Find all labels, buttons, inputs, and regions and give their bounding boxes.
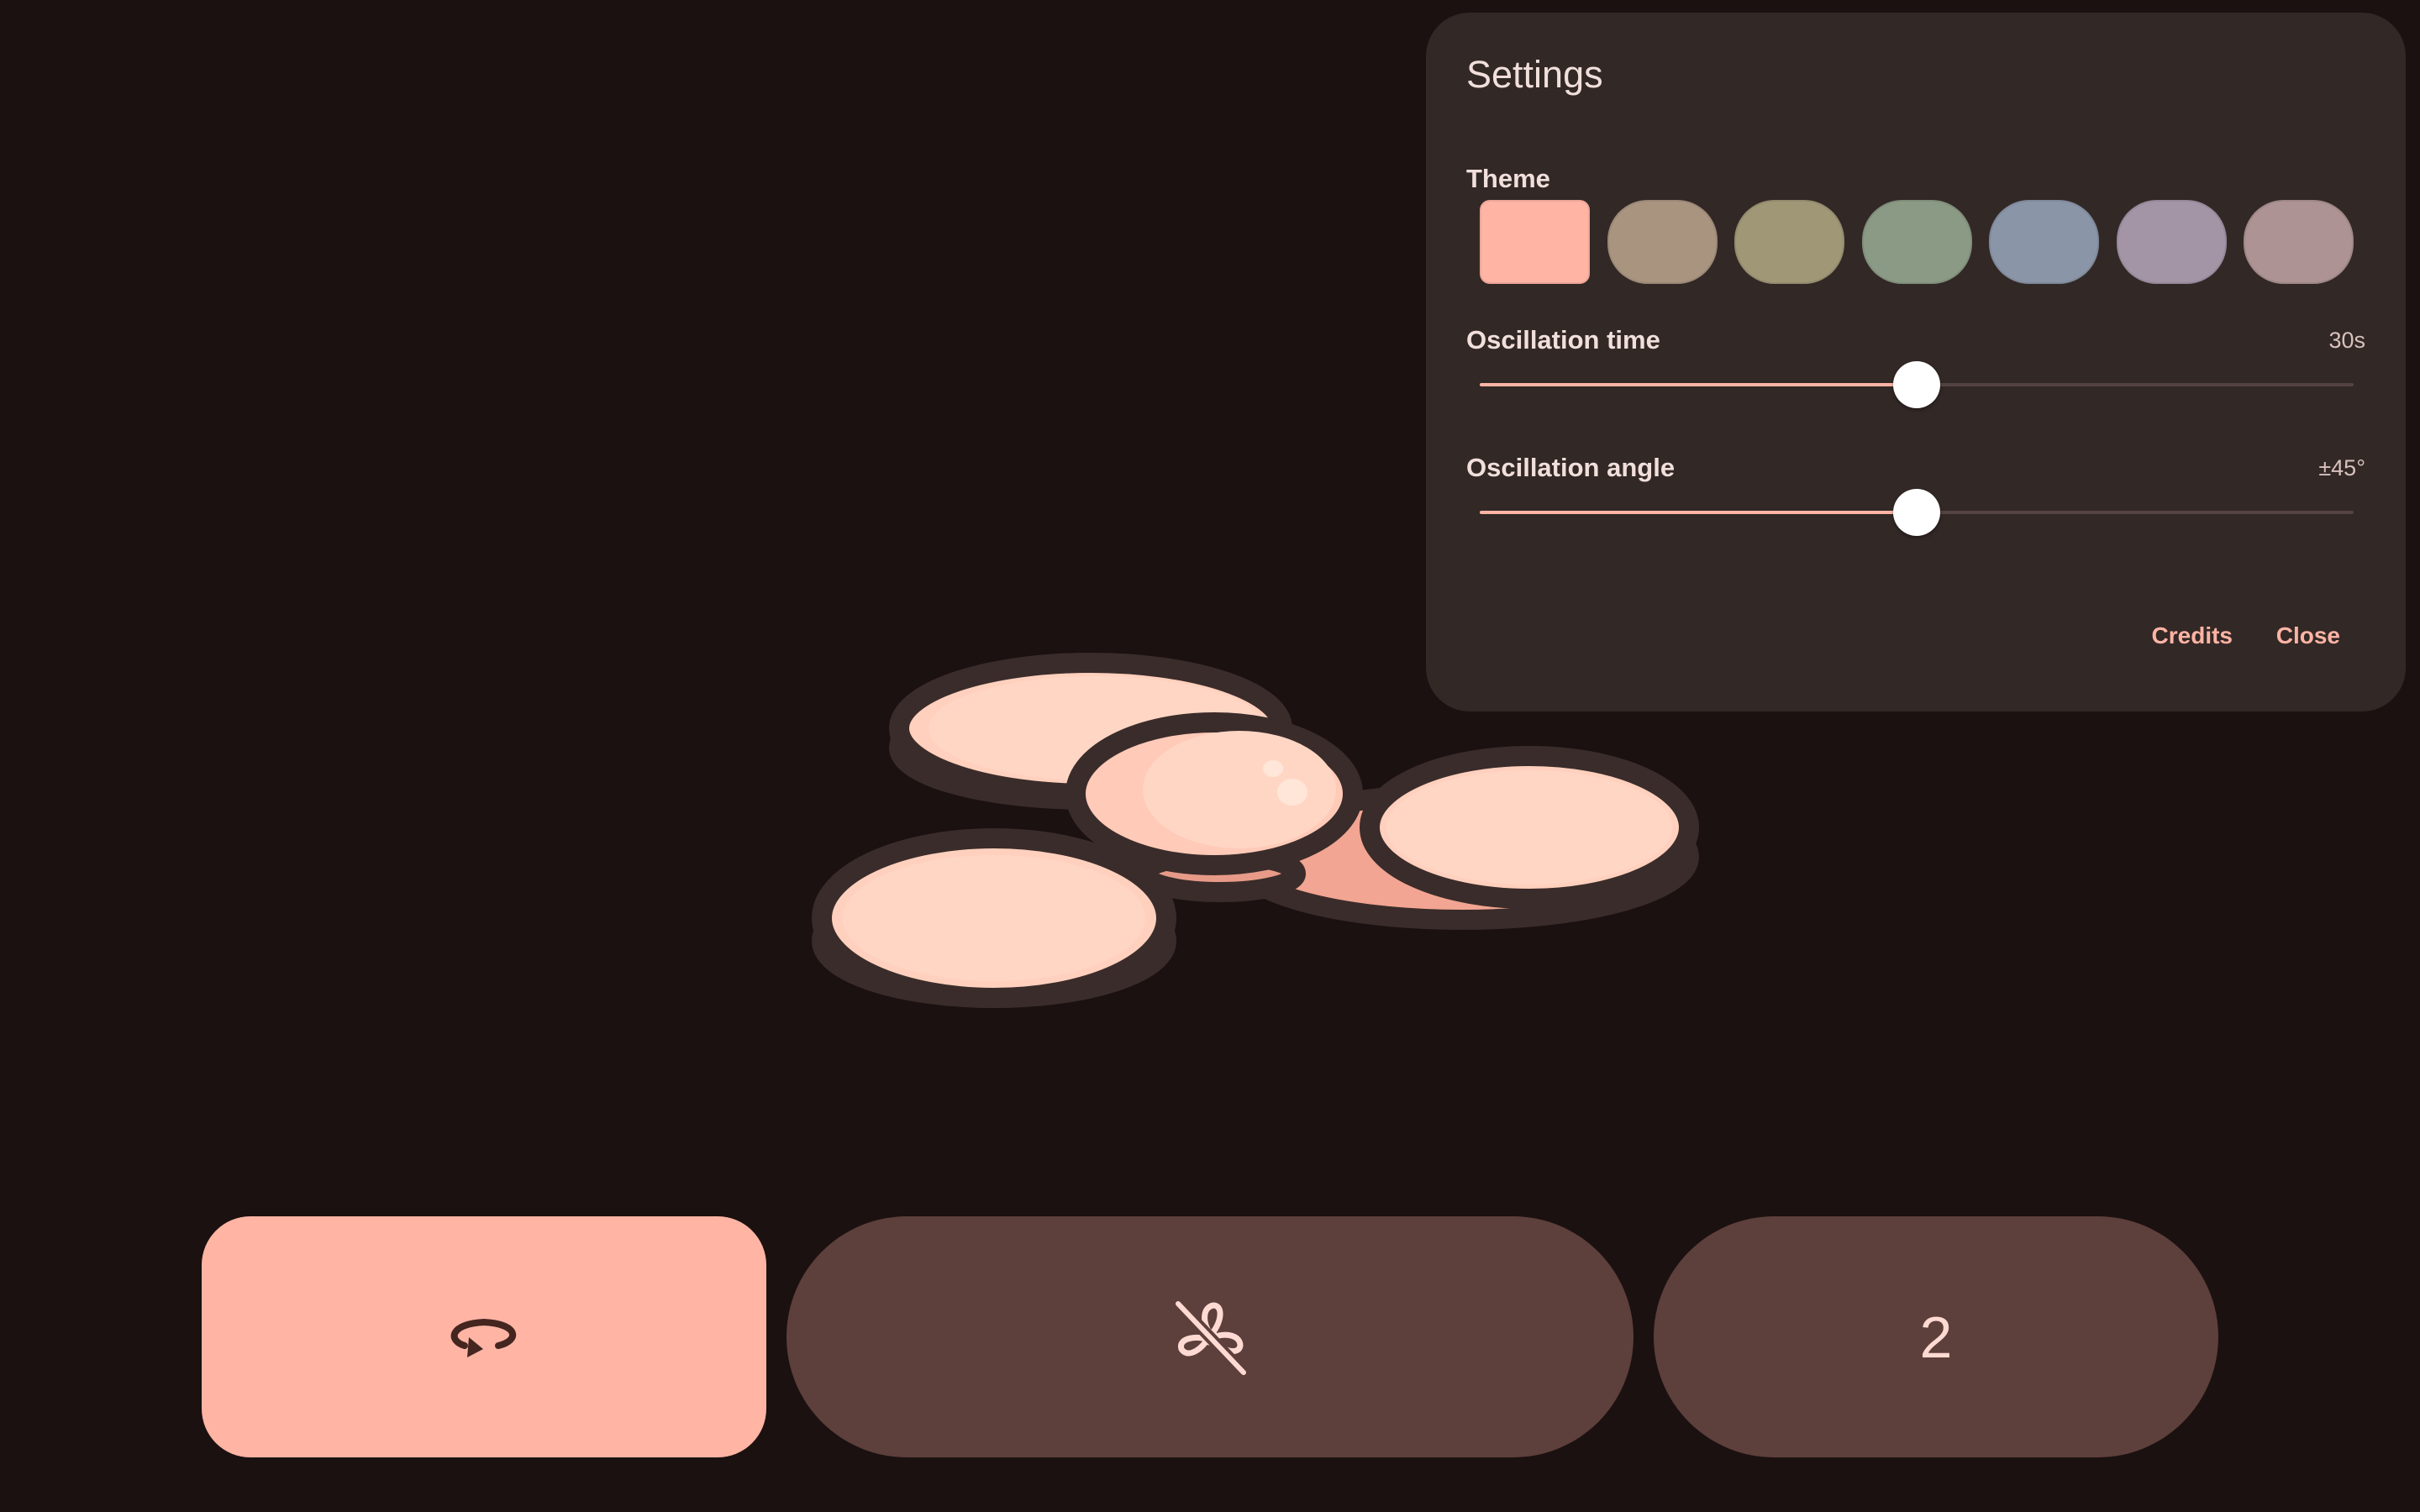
theme-swatch-1[interactable] xyxy=(1480,200,1590,284)
settings-title: Settings xyxy=(1466,53,1603,96)
rotate-icon xyxy=(450,1318,517,1357)
theme-swatch-3[interactable] xyxy=(1734,200,1844,284)
fan-blade-bottom-left xyxy=(812,828,1176,1008)
speed-value: 2 xyxy=(1919,1304,1953,1370)
rotate-button[interactable] xyxy=(202,1216,766,1457)
oscillation-angle-value: ±45° xyxy=(2318,455,2365,480)
oscillation-time-slider[interactable] xyxy=(1480,360,2354,410)
fan-off-icon xyxy=(1173,1299,1249,1377)
slider-fill xyxy=(1480,511,1917,514)
slider-fill xyxy=(1480,383,1917,386)
credits-button[interactable]: Credits xyxy=(2142,614,2243,658)
oscillation-time-label: Oscillation time xyxy=(1466,325,1660,354)
theme-swatch-4[interactable] xyxy=(1861,200,1972,284)
oscillation-angle-label: Oscillation angle xyxy=(1466,453,1676,482)
speed-button[interactable]: 2 xyxy=(1654,1216,2218,1457)
oscillate-toggle-button[interactable] xyxy=(786,1216,1634,1457)
theme-label: Theme xyxy=(1466,164,1550,193)
theme-swatch-7[interactable] xyxy=(2244,200,2354,284)
close-button[interactable]: Close xyxy=(2266,614,2350,658)
theme-swatch-6[interactable] xyxy=(2116,200,2227,284)
slider-thumb[interactable] xyxy=(1893,361,1940,408)
theme-swatch-2[interactable] xyxy=(1607,200,1718,284)
theme-swatch-5[interactable] xyxy=(1989,200,2099,284)
theme-swatches xyxy=(1480,200,2354,284)
oscillation-angle-slider[interactable] xyxy=(1480,487,2354,538)
settings-panel: Settings Theme Oscillation time 30s Osci… xyxy=(1426,13,2406,711)
slider-thumb[interactable] xyxy=(1893,489,1940,536)
oscillation-time-value: 30s xyxy=(2328,328,2365,353)
